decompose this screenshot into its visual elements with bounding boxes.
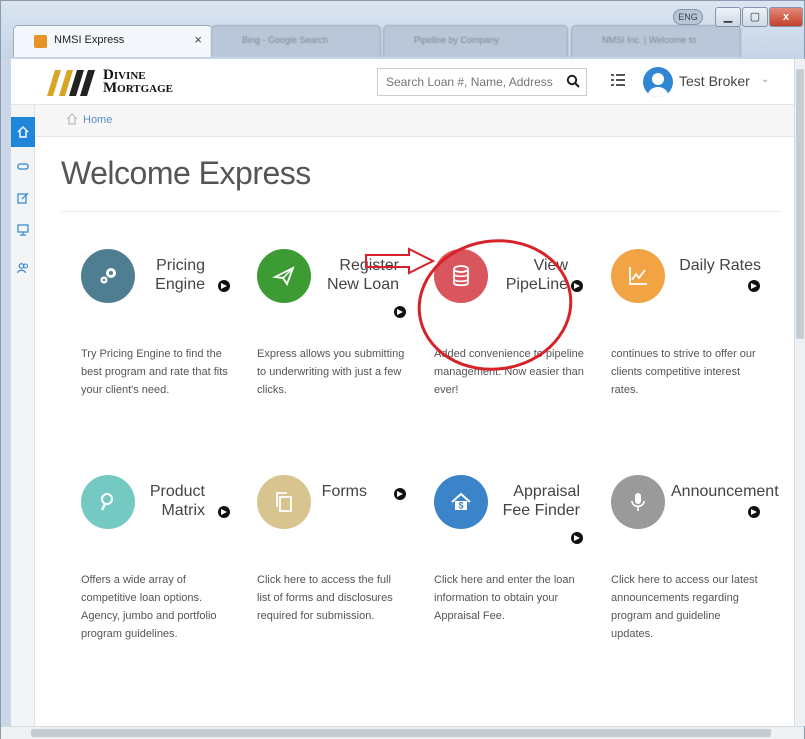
list-icon[interactable] (611, 73, 625, 87)
tab-inactive-3[interactable]: NMSI Inc. | Welcome to (571, 25, 741, 57)
house-dollar-icon: $ (434, 475, 488, 529)
arrow-circle-icon[interactable] (394, 306, 406, 318)
arrow-circle-icon[interactable] (748, 506, 760, 518)
users-icon (17, 263, 28, 274)
card-title: Appraisal Fee Finder (502, 483, 580, 519)
arrow-circle-icon[interactable] (218, 280, 230, 292)
search-icon (81, 475, 135, 529)
site-header: Divine Mortgage Test (11, 59, 794, 105)
arrow-circle-icon[interactable] (394, 488, 406, 500)
arrow-circle-icon[interactable] (571, 532, 583, 544)
tab-inactive-title: Pipeline by Company (414, 35, 500, 45)
card-title: Register New Loan (326, 257, 399, 293)
card-description: Click here and enter the loan informatio… (434, 574, 575, 622)
card-title: Announcement (671, 483, 779, 500)
card-title: Daily Rates (679, 257, 761, 274)
sidebar-item-pricing[interactable] (11, 151, 35, 181)
browser-window: NMSI Express × Bing - Google Search Pipe… (0, 0, 805, 739)
tab-nmsi-express[interactable]: NMSI Express × (13, 25, 213, 57)
tab-inactive-1[interactable]: Bing - Google Search (211, 25, 381, 57)
search-icon[interactable] (566, 74, 580, 88)
language-pill[interactable]: ENG (673, 9, 703, 25)
scrollbar-thumb[interactable] (31, 729, 771, 737)
card-description: Click here to access our latest announce… (611, 574, 758, 640)
home-icon (17, 126, 29, 138)
arrow-circle-icon[interactable] (748, 280, 760, 292)
chevron-down-icon[interactable]: ⌄ (761, 74, 769, 85)
breadcrumb: Home (35, 105, 794, 137)
favicon-icon (34, 35, 47, 48)
edit-icon (17, 192, 29, 204)
copy-icon (257, 475, 311, 529)
page-title: Welcome Express (61, 155, 311, 191)
paper-plane-icon (257, 249, 311, 303)
user-name[interactable]: Test Broker (679, 73, 750, 89)
divider (61, 211, 781, 212)
search-input[interactable] (378, 69, 564, 95)
search-box (377, 68, 587, 96)
gears-icon (81, 249, 135, 303)
monitor-icon (17, 224, 29, 236)
close-window-button[interactable]: x (769, 7, 803, 27)
card-title: Pricing Engine (155, 257, 205, 293)
minimize-button[interactable]: ▁ (715, 7, 741, 27)
tab-close-icon[interactable]: × (194, 32, 202, 47)
sidebar-item-monitor[interactable] (11, 215, 35, 245)
database-icon (434, 249, 488, 303)
tab-inactive-title: NMSI Inc. | Welcome to (602, 35, 697, 45)
card-description: Added convenience to pipeline management… (434, 348, 584, 396)
avatar[interactable] (643, 67, 673, 97)
arrow-circle-icon[interactable] (218, 506, 230, 518)
title-bar: NMSI Express × Bing - Google Search Pipe… (1, 1, 804, 59)
card-description: Click here to access the full list of fo… (257, 574, 393, 622)
home-icon (66, 113, 78, 125)
vertical-scrollbar[interactable] (794, 59, 805, 726)
logo-line-2: Mortgage (103, 80, 174, 96)
sidebar (11, 105, 35, 726)
logo[interactable]: Divine Mortgage (103, 68, 174, 96)
tag-icon (17, 163, 29, 170)
user-icon (648, 73, 668, 97)
sidebar-item-register[interactable] (11, 183, 35, 213)
maximize-button[interactable]: ▢ (742, 7, 768, 27)
horizontal-scrollbar[interactable] (1, 726, 804, 739)
card-title: View PipeLine (505, 257, 568, 293)
breadcrumb-home-link[interactable]: Home (83, 114, 112, 126)
tab-inactive-2[interactable]: Pipeline by Company (383, 25, 568, 57)
logo-bars-icon (47, 70, 95, 96)
tab-inactive-title: Bing - Google Search (242, 35, 329, 45)
microphone-icon (611, 475, 665, 529)
card-description: Express allows you submitting to underwr… (257, 348, 405, 396)
card-description: continues to strive to offer our clients… (611, 348, 756, 396)
line-chart-icon (611, 249, 665, 303)
card-description: Offers a wide array of competitive loan … (81, 574, 217, 640)
card-title: Forms (321, 483, 367, 500)
sidebar-item-home[interactable] (11, 117, 35, 147)
card-title: Product Matrix (149, 483, 205, 519)
arrow-circle-icon[interactable] (571, 280, 583, 292)
web-page: Divine Mortgage Test (11, 59, 794, 726)
card-description: Try Pricing Engine to find the best prog… (81, 348, 228, 396)
sidebar-item-users[interactable] (11, 253, 35, 283)
tab-title: NMSI Express (54, 34, 125, 46)
svg-text:$: $ (458, 501, 463, 511)
scrollbar-thumb[interactable] (796, 69, 804, 339)
